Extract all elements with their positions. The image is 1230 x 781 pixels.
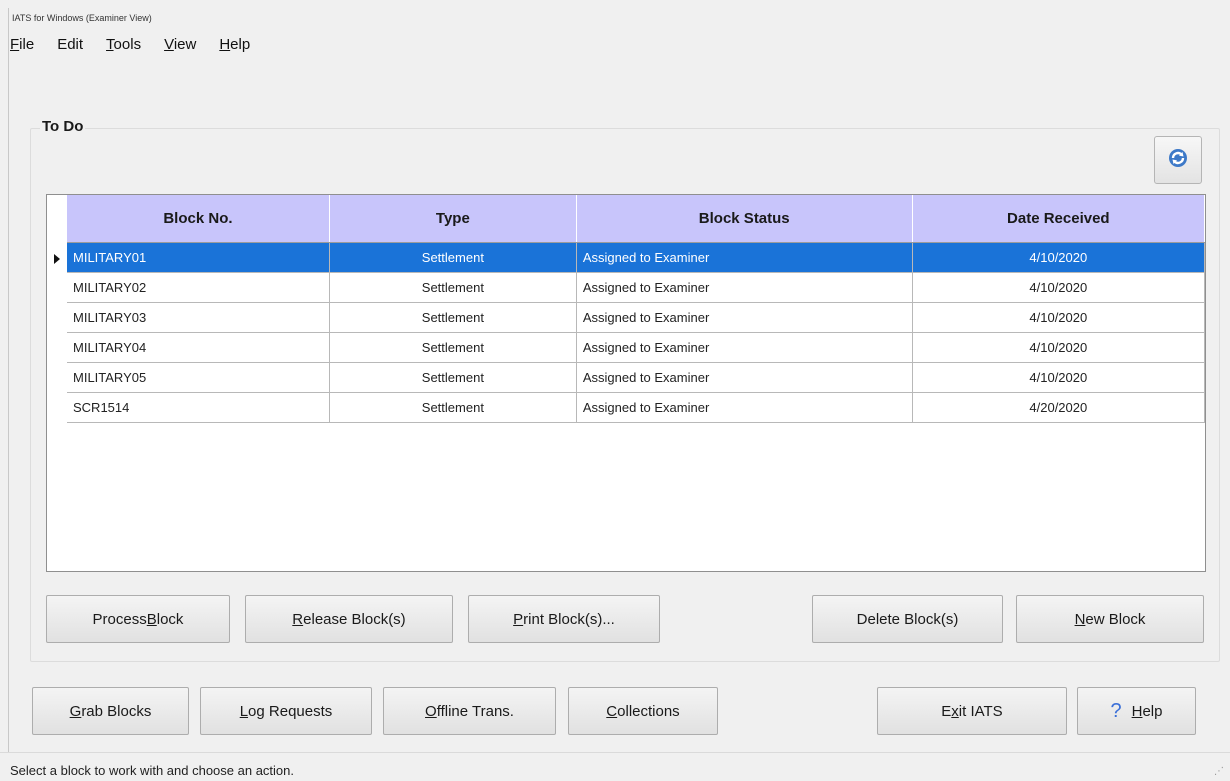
- todo-group-label: To Do: [40, 118, 86, 135]
- print-blocks-button[interactable]: Print Block(s)...: [468, 595, 660, 643]
- status-bar: Select a block to work with and choose a…: [0, 752, 1230, 781]
- exit-mnemonic: x: [951, 702, 959, 720]
- log-mnemonic: L: [239, 702, 249, 720]
- collections-mnemonic: C: [606, 702, 618, 720]
- exit-label-post: it IATS: [958, 702, 1003, 720]
- print-mnemonic: P: [513, 610, 524, 628]
- log-requests-button[interactable]: Log Requests: [200, 687, 372, 735]
- column-header-block-no[interactable]: Block No.: [67, 195, 330, 243]
- release-mnemonic: R: [292, 610, 304, 628]
- process-block-button[interactable]: Process Block: [46, 595, 230, 643]
- cell-type[interactable]: Settlement: [329, 362, 577, 393]
- table-row[interactable]: MILITARY02 Settlement Assigned to Examiner…: [67, 272, 1206, 303]
- question-icon: ?: [1110, 699, 1122, 722]
- current-row-indicator-icon: [48, 244, 66, 273]
- cell-block-no[interactable]: MILITARY02: [67, 272, 330, 303]
- help-button[interactable]: ? Help: [1077, 687, 1196, 735]
- cell-block-no[interactable]: MILITARY05: [67, 362, 330, 393]
- table-row[interactable]: SCR1514 Settlement Assigned to Examiner 4/2…: [67, 392, 1206, 423]
- new-label-post: ew Block: [1085, 610, 1146, 628]
- cell-date-received[interactable]: 4/10/2020: [912, 332, 1206, 363]
- column-header-type[interactable]: Type: [329, 195, 577, 243]
- cell-block-no[interactable]: SCR1514: [67, 392, 330, 423]
- cell-type[interactable]: Settlement: [329, 302, 577, 333]
- release-label-post: elease Block(s): [303, 610, 406, 628]
- cell-date-received[interactable]: 4/10/2020: [912, 242, 1206, 273]
- delete-blocks-button[interactable]: Delete Block(s): [812, 595, 1003, 643]
- cell-date-received[interactable]: 4/10/2020: [912, 362, 1206, 393]
- menu-edit[interactable]: Edit: [57, 36, 83, 53]
- log-label: og Requests: [248, 702, 333, 720]
- collections-button[interactable]: Collections: [568, 687, 718, 735]
- cell-type[interactable]: Settlement: [329, 272, 577, 303]
- menu-help[interactable]: Help: [219, 36, 250, 53]
- refresh-button[interactable]: [1154, 136, 1202, 184]
- window-title: IATS for Windows (Examiner View): [12, 13, 152, 23]
- offline-trans-button[interactable]: Offline Trans.: [383, 687, 556, 735]
- blocks-grid[interactable]: Block No. Type Block Status Date Receive…: [46, 194, 1206, 572]
- menu-file[interactable]: File: [10, 36, 34, 53]
- blocks-table: Block No. Type Block Status Date Receive…: [67, 195, 1206, 423]
- new-block-button[interactable]: New Block: [1016, 595, 1204, 643]
- status-text: Select a block to work with and choose a…: [10, 763, 294, 778]
- cell-block-no[interactable]: MILITARY04: [67, 332, 330, 363]
- cell-block-status[interactable]: Assigned to Examiner: [576, 362, 913, 393]
- menu-view[interactable]: View: [164, 36, 196, 53]
- grid-corner: [47, 195, 68, 241]
- help-label: elp: [1142, 702, 1163, 720]
- offline-mnemonic: O: [425, 702, 437, 720]
- table-row[interactable]: MILITARY04 Settlement Assigned to Examiner…: [67, 332, 1206, 363]
- cell-type[interactable]: Settlement: [329, 242, 577, 273]
- grab-label: rab Blocks: [81, 702, 152, 720]
- process-block-label-pre: Process: [92, 610, 147, 628]
- cell-block-status[interactable]: Assigned to Examiner: [576, 332, 913, 363]
- cell-date-received[interactable]: 4/10/2020: [912, 302, 1206, 333]
- collections-label: ollections: [617, 702, 680, 720]
- column-header-date-received[interactable]: Date Received: [912, 195, 1206, 243]
- table-row[interactable]: MILITARY03 Settlement Assigned to Examiner…: [67, 302, 1206, 333]
- process-block-mnemonic: B: [146, 610, 157, 628]
- cell-type[interactable]: Settlement: [329, 332, 577, 363]
- offline-label: ffline Trans.: [436, 702, 514, 720]
- menu-bar: File Edit Tools View Help: [10, 36, 273, 53]
- print-label-post: rint Block(s)...: [523, 610, 615, 628]
- cell-block-no[interactable]: MILITARY01: [67, 242, 330, 273]
- refresh-icon: [1167, 147, 1189, 174]
- table-row[interactable]: MILITARY01 Settlement Assigned to Examiner…: [67, 242, 1206, 273]
- exit-iats-button[interactable]: Ex it IATS: [877, 687, 1067, 735]
- new-mnemonic: N: [1074, 610, 1086, 628]
- delete-label: Delete Block(s): [856, 610, 959, 628]
- cell-block-no[interactable]: MILITARY03: [67, 302, 330, 333]
- grab-mnemonic: G: [69, 702, 82, 720]
- table-row[interactable]: MILITARY05 Settlement Assigned to Examiner…: [67, 362, 1206, 393]
- release-blocks-button[interactable]: Release Block(s): [245, 595, 453, 643]
- exit-label-pre: E: [941, 702, 952, 720]
- help-mnemonic: H: [1131, 702, 1143, 720]
- cell-block-status[interactable]: Assigned to Examiner: [576, 392, 913, 423]
- cell-date-received[interactable]: 4/20/2020: [912, 392, 1206, 423]
- resize-grip-icon[interactable]: ⋰: [1214, 766, 1224, 777]
- cell-block-status[interactable]: Assigned to Examiner: [576, 242, 913, 273]
- menu-tools[interactable]: Tools: [106, 36, 141, 53]
- cell-block-status[interactable]: Assigned to Examiner: [576, 302, 913, 333]
- column-header-block-status[interactable]: Block Status: [576, 195, 913, 243]
- cell-date-received[interactable]: 4/10/2020: [912, 272, 1206, 303]
- process-block-label-post: lock: [156, 610, 184, 628]
- cell-block-status[interactable]: Assigned to Examiner: [576, 272, 913, 303]
- grab-blocks-button[interactable]: Grab Blocks: [32, 687, 189, 735]
- cell-type[interactable]: Settlement: [329, 392, 577, 423]
